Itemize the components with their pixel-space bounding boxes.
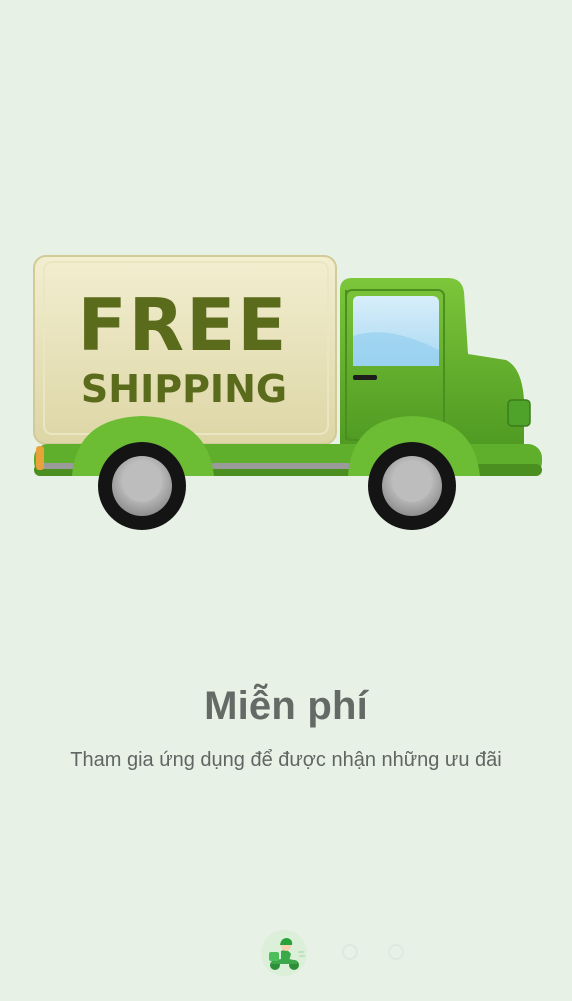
page-dot-1-active[interactable] — [261, 930, 307, 976]
free-text: FREE — [78, 283, 289, 367]
rear-wheel — [98, 442, 186, 530]
cargo-box: FREE SHIPPING — [33, 255, 337, 445]
page-dot-3[interactable] — [388, 944, 404, 960]
free-shipping-truck-illustration: FREE SHIPPING — [33, 255, 542, 530]
slide-description: Tham gia ứng dụng để được nhận những ưu … — [70, 749, 502, 771]
shipping-text: SHIPPING — [81, 367, 287, 411]
headlight — [507, 399, 531, 427]
front-wheel — [368, 442, 456, 530]
delivery-rider-icon — [261, 930, 307, 976]
page-dot-2[interactable] — [342, 944, 358, 960]
slide-title: Miễn phí — [204, 684, 368, 728]
page-indicator — [0, 928, 572, 978]
